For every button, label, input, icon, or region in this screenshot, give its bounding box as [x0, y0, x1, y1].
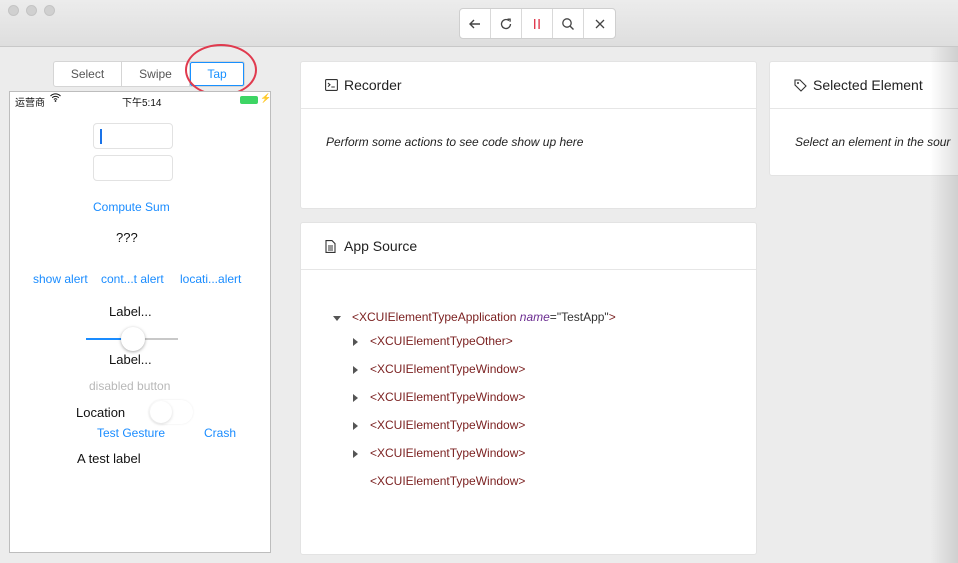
- tree-node-window[interactable]: <XCUIElementTypeWindow>: [370, 390, 525, 404]
- disabled-button: disabled button: [89, 379, 171, 393]
- tree-node-other[interactable]: <XCUIElementTypeOther>: [370, 334, 513, 348]
- toolbar: [459, 8, 616, 39]
- attr-name: name: [519, 310, 550, 324]
- file-icon: [325, 239, 339, 253]
- expand-icon[interactable]: [353, 338, 358, 346]
- highlight-circle: [185, 44, 257, 96]
- slider-thumb[interactable]: [121, 327, 145, 351]
- switch-knob: [150, 401, 172, 423]
- minimize-window-button[interactable]: [26, 5, 37, 16]
- selected-element-title: Selected Element: [813, 77, 923, 93]
- expand-icon[interactable]: [353, 450, 358, 458]
- mode-swipe[interactable]: Swipe: [122, 62, 190, 86]
- selected-element-message: Select an element in the sour: [795, 135, 951, 149]
- integer-b-field[interactable]: [93, 155, 173, 181]
- text-caret: [100, 129, 102, 144]
- pause-button[interactable]: [522, 9, 553, 38]
- tree-node-window[interactable]: <XCUIElementTypeWindow>: [370, 474, 525, 488]
- contact-alert-button[interactable]: cont...t alert: [101, 272, 164, 286]
- recorder-header: Recorder: [301, 62, 756, 109]
- refresh-button[interactable]: [491, 9, 522, 38]
- status-bar: 运营商 下午5:14 ⚡: [10, 92, 272, 109]
- test-gesture-button[interactable]: Test Gesture: [97, 426, 165, 440]
- charging-icon: ⚡: [260, 93, 272, 103]
- location-label: Location: [76, 405, 126, 420]
- slider-label-bottom: Label...: [109, 352, 152, 367]
- app-source-title: App Source: [344, 238, 418, 254]
- location-switch[interactable]: [149, 400, 193, 424]
- expand-icon[interactable]: [353, 422, 358, 430]
- zoom-window-button[interactable]: [44, 5, 55, 16]
- recorder-title: Recorder: [344, 77, 402, 93]
- node-tag-close: >: [608, 310, 616, 324]
- back-button[interactable]: [460, 9, 491, 38]
- title-bar: [0, 0, 958, 47]
- tree-node-window[interactable]: <XCUIElementTypeWindow>: [370, 446, 525, 460]
- collapse-icon[interactable]: [333, 316, 341, 321]
- carrier-label: 运营商: [15, 98, 45, 109]
- test-label: A test label: [77, 451, 141, 466]
- integer-a-field[interactable]: [93, 123, 173, 149]
- quit-session-button[interactable]: [584, 9, 615, 38]
- attr-value: "TestApp": [556, 310, 609, 324]
- close-window-button[interactable]: [8, 5, 19, 16]
- tree-node-window[interactable]: <XCUIElementTypeWindow>: [370, 418, 525, 432]
- mode-select[interactable]: Select: [54, 62, 122, 86]
- tree-node-window[interactable]: <XCUIElementTypeWindow>: [370, 362, 525, 376]
- recorder-message: Perform some actions to see code show up…: [326, 135, 584, 149]
- status-time: 下午5:14: [122, 98, 162, 109]
- tree-node-application[interactable]: <XCUIElementTypeApplication name="TestAp…: [352, 310, 616, 324]
- refresh-icon: [499, 17, 513, 31]
- device-screenshot[interactable]: 运营商 下午5:14 ⚡ Compute Sum ??? show alert …: [9, 91, 271, 553]
- close-icon: [594, 18, 606, 30]
- location-alert-button[interactable]: locati...alert: [180, 272, 241, 286]
- pause-icon: [532, 18, 542, 30]
- expand-icon[interactable]: [353, 366, 358, 374]
- node-tag: <XCUIElementTypeApplication: [352, 310, 517, 324]
- expand-icon[interactable]: [353, 394, 358, 402]
- back-icon: [468, 17, 482, 31]
- battery-icon: [240, 96, 258, 104]
- compute-sum-button[interactable]: Compute Sum: [93, 200, 170, 214]
- answer-label: ???: [116, 230, 138, 245]
- attr-equals: =: [549, 310, 557, 324]
- recorder-panel: Recorder Perform some actions to see cod…: [300, 61, 757, 209]
- app-source-header: App Source: [301, 223, 756, 270]
- terminal-icon: [325, 78, 339, 92]
- search-button[interactable]: [553, 9, 584, 38]
- window-edge-shadow: [930, 47, 958, 563]
- search-icon: [561, 17, 575, 31]
- app-source-panel: App Source <XCUIElementTypeApplication n…: [300, 222, 757, 555]
- tag-icon: [794, 78, 808, 92]
- slider-label-top: Label...: [109, 304, 152, 319]
- show-alert-button[interactable]: show alert: [33, 272, 88, 286]
- wifi-icon: [50, 93, 61, 105]
- crash-button[interactable]: Crash: [204, 426, 236, 440]
